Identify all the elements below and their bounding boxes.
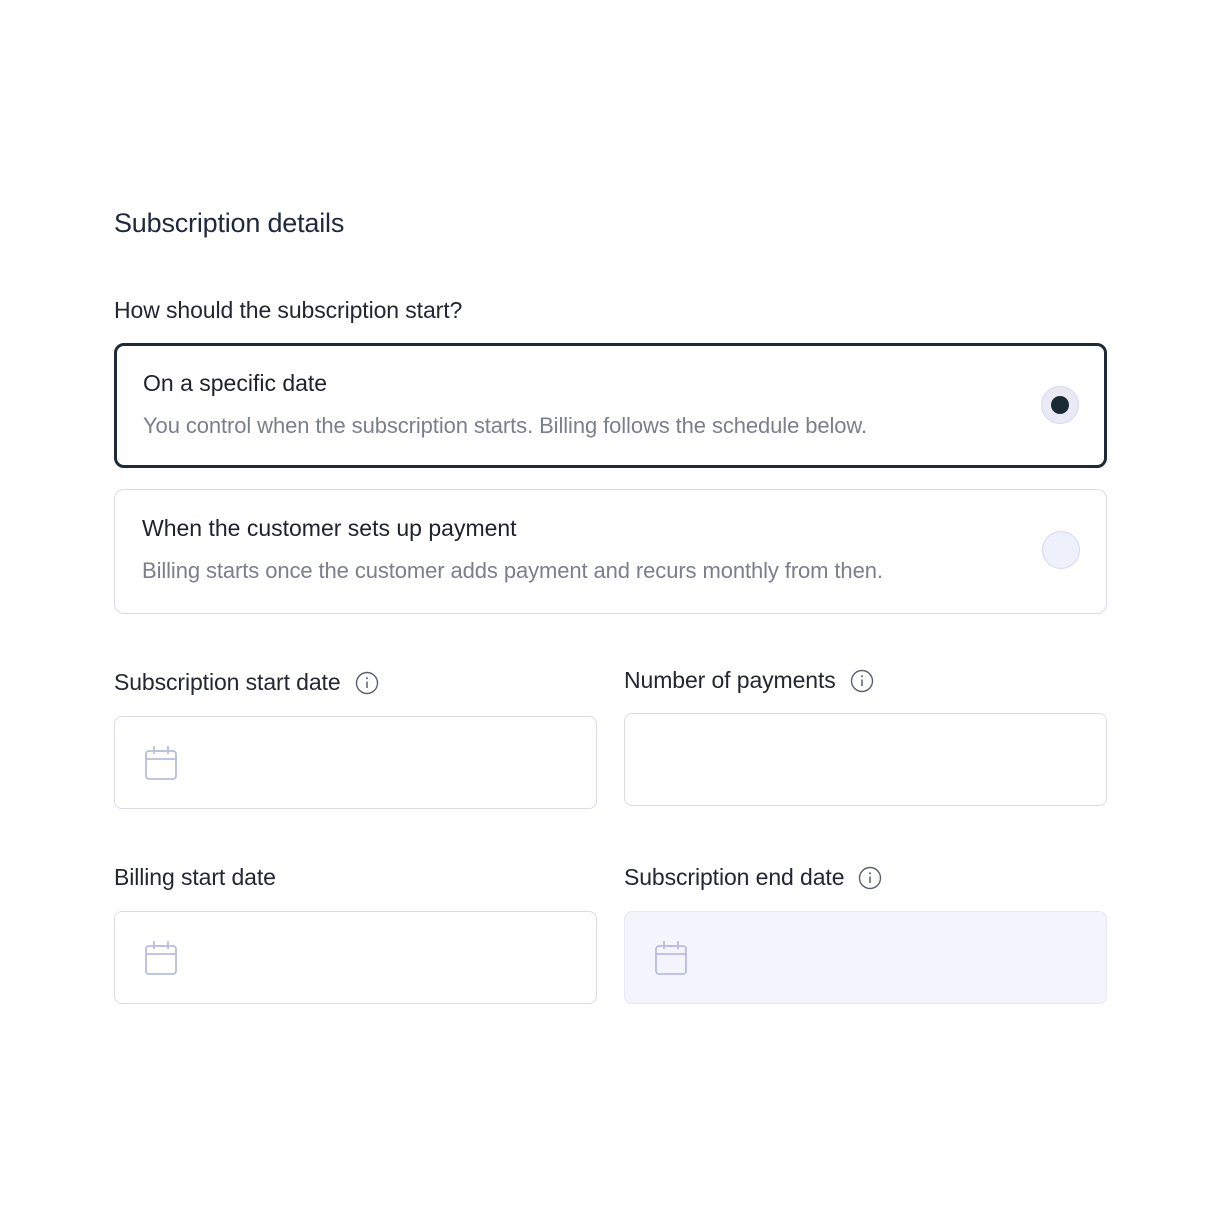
start-question-label: How should the subscription start?: [114, 297, 463, 323]
field-label-text: Billing start date: [114, 864, 276, 890]
option-customer-payment[interactable]: When the customer sets up payment Billin…: [114, 489, 1107, 614]
option-specific-date[interactable]: On a specific date You control when the …: [114, 343, 1107, 468]
subscription-start-date-label: Subscription start date: [114, 669, 379, 696]
field-label-text: Number of payments: [624, 667, 836, 693]
number-of-payments-input[interactable]: [624, 713, 1107, 806]
radio-selected[interactable]: [1041, 386, 1079, 424]
info-icon[interactable]: [858, 866, 882, 890]
option-description: Billing starts once the customer adds pa…: [142, 558, 883, 583]
radio-unselected[interactable]: [1042, 531, 1080, 569]
subscription-end-date-label: Subscription end date: [624, 864, 882, 891]
calendar-icon: [145, 746, 177, 780]
billing-start-date-label: Billing start date: [114, 864, 276, 891]
info-icon[interactable]: [850, 669, 874, 693]
number-of-payments-label: Number of payments: [624, 667, 874, 694]
calendar-icon: [145, 941, 177, 975]
subscription-start-date-input[interactable]: [114, 716, 597, 809]
option-title: On a specific date: [143, 370, 328, 396]
billing-start-date-input[interactable]: [114, 911, 597, 1004]
option-title: When the customer sets up payment: [142, 515, 517, 541]
field-label-text: Subscription start date: [114, 669, 341, 695]
subscription-end-date-input: [624, 911, 1107, 1004]
field-label-text: Subscription end date: [624, 864, 845, 890]
section-title: Subscription details: [114, 208, 345, 238]
info-icon[interactable]: [355, 671, 379, 695]
option-description: You control when the subscription starts…: [143, 413, 868, 438]
calendar-icon: [655, 941, 687, 975]
